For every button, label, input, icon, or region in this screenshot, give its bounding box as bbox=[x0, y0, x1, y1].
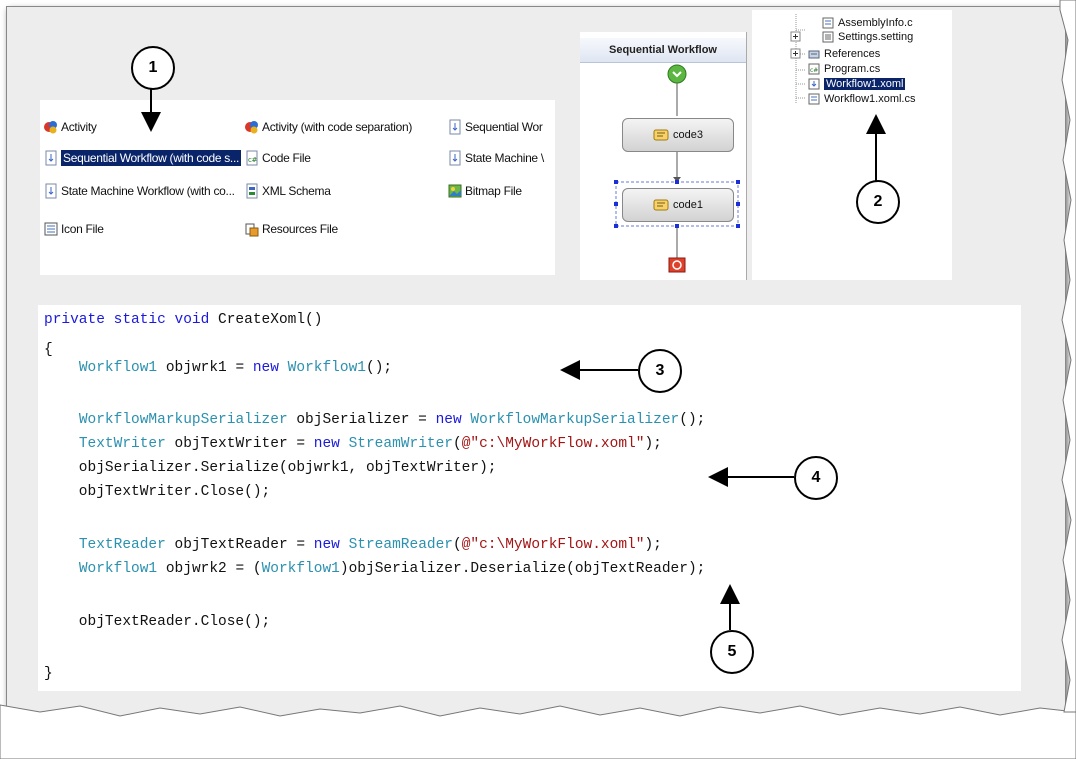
callout-1: 1 bbox=[131, 46, 175, 90]
callout-5: 5 bbox=[710, 630, 754, 674]
callout-3: 3 bbox=[638, 349, 682, 393]
callout-arrows bbox=[0, 0, 1076, 759]
callout-4: 4 bbox=[794, 456, 838, 500]
callout-2: 2 bbox=[856, 180, 900, 224]
